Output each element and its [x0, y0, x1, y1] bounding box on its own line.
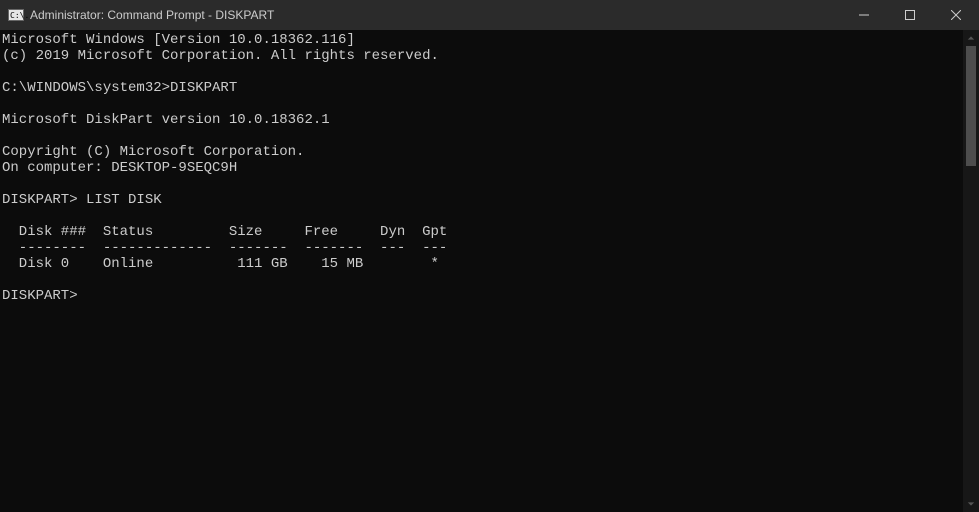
terminal-output[interactable]: Microsoft Windows [Version 10.0.18362.11… [0, 30, 963, 512]
window-controls [841, 0, 979, 30]
chevron-down-icon [967, 500, 975, 508]
scrollbar[interactable] [963, 30, 979, 512]
cmd-prompt-icon: C:\. [8, 7, 24, 23]
window-title: Administrator: Command Prompt - DISKPART [30, 8, 274, 22]
scroll-down-button[interactable] [963, 496, 979, 512]
scroll-thumb[interactable] [966, 46, 976, 166]
maximize-button[interactable] [887, 0, 933, 30]
maximize-icon [905, 10, 915, 20]
scroll-up-button[interactable] [963, 30, 979, 46]
minimize-button[interactable] [841, 0, 887, 30]
titlebar[interactable]: C:\. Administrator: Command Prompt - DIS… [0, 0, 979, 30]
terminal-area: Microsoft Windows [Version 10.0.18362.11… [0, 30, 979, 512]
close-button[interactable] [933, 0, 979, 30]
close-icon [951, 10, 961, 20]
chevron-up-icon [967, 34, 975, 42]
minimize-icon [859, 10, 869, 20]
